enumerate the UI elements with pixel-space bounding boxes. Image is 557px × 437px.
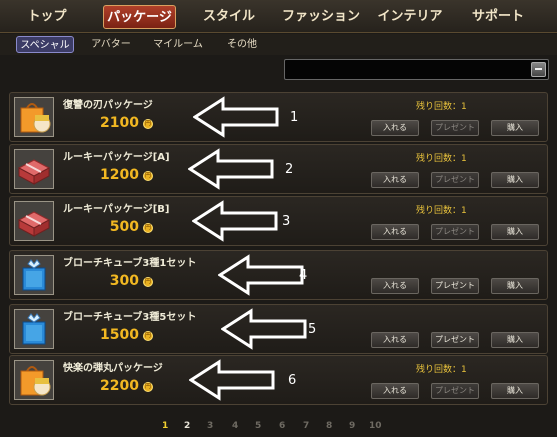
buy-button[interactable]: 購入 [491, 383, 539, 399]
gift-button[interactable]: プレゼント [431, 120, 479, 136]
buy-button[interactable]: 購入 [491, 278, 539, 294]
annotation-number: 4 [299, 268, 308, 283]
subtab-avatar[interactable]: アバター [86, 36, 136, 53]
buy-button[interactable]: 購入 [491, 172, 539, 188]
pagination: 1 2 3 4 5 6 7 8 9 10 [0, 421, 557, 435]
item-price: 500 [109, 219, 139, 235]
item-name: 快楽の弾丸パッケージ [63, 363, 163, 374]
search-input[interactable] [288, 61, 528, 78]
tab-fashion[interactable]: ファッション [282, 5, 360, 29]
annotation-arrow-icon [217, 254, 306, 300]
tab-interior[interactable]: インテリア [376, 5, 444, 29]
item-name: ブローチキューブ3種1セット [63, 258, 197, 269]
annotation-number: 6 [288, 373, 297, 388]
put-in-button[interactable]: 入れる [371, 278, 419, 294]
item-name: ブローチキューブ3種5セット [63, 312, 197, 323]
item-price: 2200 [100, 378, 139, 394]
coin-icon: 円 [143, 171, 153, 181]
page-3[interactable]: 3 [207, 421, 213, 431]
item-name: ルーキーパッケージ[B] [63, 204, 170, 215]
blue-cube-icon [14, 255, 54, 295]
tab-top[interactable]: トップ [18, 5, 76, 29]
item-name: 復讐の刃パッケージ [63, 100, 153, 111]
item-price: 300 [109, 273, 139, 289]
item-row: ルーキーパッケージ[A] 1200 円 残り回数：1 入れる プレゼント 購入 [9, 144, 548, 194]
coin-icon: 円 [143, 119, 153, 129]
remaining-count: 残り回数：1 [416, 102, 467, 112]
subtab-special[interactable]: スペシャル [16, 36, 74, 53]
gift-button[interactable]: プレゼント [431, 278, 479, 294]
page-1[interactable]: 1 [162, 421, 168, 431]
page-2[interactable]: 2 [184, 421, 190, 431]
page-7[interactable]: 7 [303, 421, 309, 431]
tab-style[interactable]: スタイル [198, 5, 260, 29]
item-name: ルーキーパッケージ[A] [63, 152, 170, 163]
annotation-arrow-icon [192, 96, 281, 142]
item-row: 快楽の弾丸パッケージ 2200 円 残り回数：1 入れる プレゼント 購入 [9, 355, 548, 405]
search-clear-icon[interactable] [531, 62, 546, 77]
put-in-button[interactable]: 入れる [371, 383, 419, 399]
gift-button[interactable]: プレゼント [431, 224, 479, 240]
page-10[interactable]: 10 [369, 421, 382, 431]
page-4[interactable]: 4 [232, 421, 238, 431]
page-8[interactable]: 8 [326, 421, 332, 431]
subtab-other[interactable]: その他 [222, 36, 262, 53]
gift-button[interactable]: プレゼント [431, 172, 479, 188]
put-in-button[interactable]: 入れる [371, 224, 419, 240]
item-price: 1200 [100, 167, 139, 183]
item-price: 2100 [100, 115, 139, 131]
annotation-number: 2 [285, 162, 294, 177]
coin-icon: 円 [143, 277, 153, 287]
gift-button[interactable]: プレゼント [431, 383, 479, 399]
page-5[interactable]: 5 [255, 421, 261, 431]
page-9[interactable]: 9 [349, 421, 355, 431]
subtab-myroom[interactable]: マイルーム [150, 36, 206, 53]
remaining-count: 残り回数：1 [416, 154, 467, 164]
sub-nav-bar: スペシャル アバター マイルーム その他 [0, 34, 557, 55]
annotation-number: 1 [290, 110, 299, 125]
top-nav-bar: トップ パッケージ スタイル ファッション インテリア サポート [0, 0, 557, 33]
red-box-icon [14, 201, 54, 241]
page-6[interactable]: 6 [279, 421, 285, 431]
blue-cube-icon [14, 309, 54, 349]
buy-button[interactable]: 購入 [491, 224, 539, 240]
put-in-button[interactable]: 入れる [371, 332, 419, 348]
orange-bag-character-icon [14, 97, 54, 137]
search-box [284, 59, 549, 80]
annotation-arrow-icon [187, 148, 276, 194]
annotation-arrow-icon [188, 359, 277, 405]
put-in-button[interactable]: 入れる [371, 172, 419, 188]
coin-icon: 円 [143, 331, 153, 341]
tab-support[interactable]: サポート [467, 5, 529, 29]
gift-button[interactable]: プレゼント [431, 332, 479, 348]
item-price: 1500 [100, 327, 139, 343]
annotation-arrow-icon [220, 308, 309, 354]
coin-icon: 円 [143, 382, 153, 392]
buy-button[interactable]: 購入 [491, 120, 539, 136]
coin-icon: 円 [143, 223, 153, 233]
orange-bag-character-icon [14, 360, 54, 400]
tab-package[interactable]: パッケージ [103, 5, 176, 29]
annotation-arrow-icon [191, 200, 280, 246]
remaining-count: 残り回数：1 [416, 206, 467, 216]
put-in-button[interactable]: 入れる [371, 120, 419, 136]
buy-button[interactable]: 購入 [491, 332, 539, 348]
annotation-number: 5 [308, 322, 317, 337]
red-box-icon [14, 149, 54, 189]
remaining-count: 残り回数：1 [416, 365, 467, 375]
annotation-number: 3 [282, 214, 291, 229]
